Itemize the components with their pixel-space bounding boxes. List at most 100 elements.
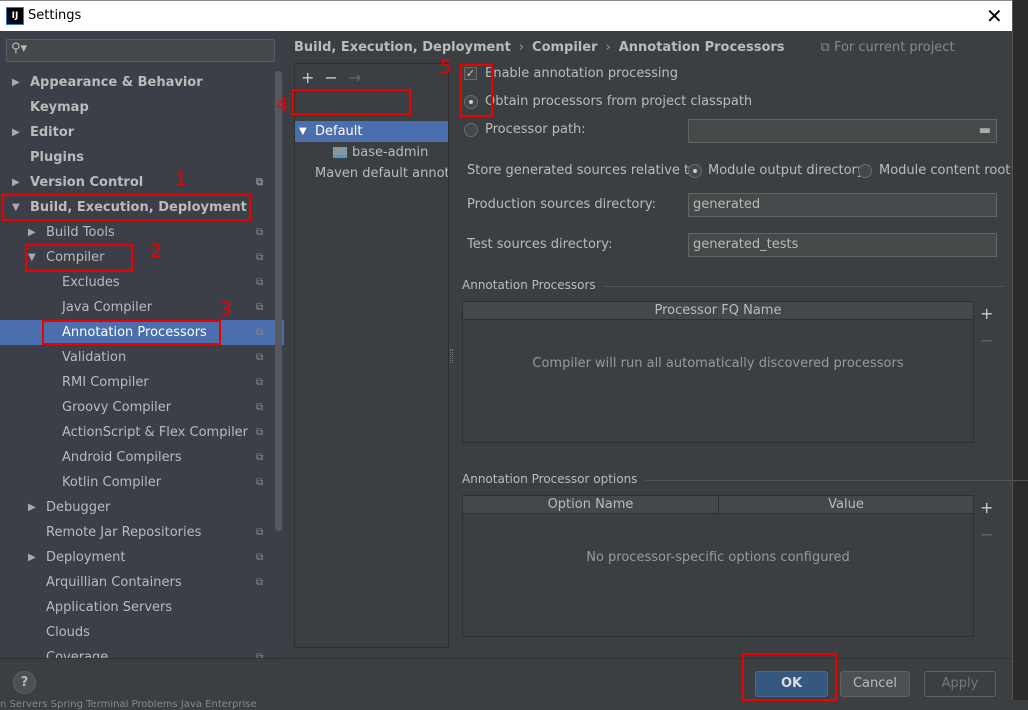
options-section-title: Annotation Processor options [462,472,1028,486]
sidebar-item[interactable]: ▶ Editor [0,120,284,145]
sidebar-item-label: Appearance & Behavior [30,75,203,90]
empty-message: Compiler will run all automatically disc… [532,356,904,371]
sidebar-item[interactable]: Coverage ⧉ [0,645,284,658]
annotation-number: 4 [276,94,289,116]
processor-path-input[interactable]: ▬ [688,119,997,143]
chevron-right-icon[interactable]: ▶ [12,170,20,195]
highlight-box [42,320,221,345]
sidebar-item[interactable]: ▶ Build Tools ⧉ [0,220,284,245]
highlight-box [460,64,493,117]
sidebar-item[interactable]: Validation ⧉ [0,345,284,370]
sidebar-item-label: Java Compiler [62,300,153,315]
project-scope-icon: ⧉ [256,552,264,563]
sidebar-scrollbar[interactable] [275,71,282,531]
sidebar-item[interactable]: ▶ Version Control ⧉ [0,170,284,195]
project-scope-icon: ⧉ [256,252,264,263]
processors-table[interactable]: Processor FQ Name Compiler will run all … [462,301,974,443]
production-sources-label: Production sources directory: [467,197,656,212]
empty-message: No processor-specific options configured [586,550,850,565]
apply-button[interactable]: Apply [924,671,996,697]
sidebar-item-label: Excludes [62,275,120,290]
remove-processor-icon[interactable]: − [980,331,993,350]
add-option-icon[interactable]: + [980,498,993,517]
cancel-button[interactable]: Cancel [840,671,910,697]
project-scope-icon: ⧉ [256,577,264,588]
project-scope-icon: ⧉ [256,652,264,658]
project-scope-icon: ⧉ [256,227,264,238]
annotation-number: 2 [150,240,163,262]
highlight-box [292,89,411,115]
splitter-handle[interactable] [450,349,453,363]
module-output-radio[interactable] [688,164,702,178]
sidebar-item[interactable]: Clouds [0,620,284,645]
profile-maven-default[interactable]: Maven default annotat [295,163,448,184]
sidebar-item[interactable]: RMI Compiler ⧉ [0,370,284,395]
sidebar-item-label: Keymap [30,100,89,115]
chevron-down-icon: ▼ [299,126,307,137]
project-scope-icon: ⧉ [256,352,264,363]
sidebar-item[interactable]: ▶ Deployment ⧉ [0,545,284,570]
chevron-right-icon[interactable]: ▶ [12,70,20,95]
sidebar-item-label: Debugger [46,500,111,515]
test-sources-input[interactable]: generated_tests [688,233,997,257]
highlight-box [742,653,837,701]
sidebar-item[interactable]: Kotlin Compiler ⧉ [0,470,284,495]
profile-default[interactable]: ▼ Default [295,121,448,142]
window-title: Settings [28,8,82,23]
test-sources-label: Test sources directory: [467,237,613,252]
sidebar-item[interactable]: Arquillian Containers ⧉ [0,570,284,595]
processors-section-title: Annotation Processors [462,278,1003,292]
highlight-box [2,194,251,221]
sidebar-item[interactable]: Android Compilers ⧉ [0,445,284,470]
add-icon[interactable]: + [301,68,324,87]
annotation-number: 3 [220,298,233,320]
help-button[interactable]: ? [13,671,36,694]
move-icon[interactable]: → [348,68,371,87]
sidebar-item-label: Version Control [30,175,144,190]
production-sources-input[interactable]: generated [688,193,997,217]
close-icon[interactable]: ✕ [986,4,1003,28]
sidebar-item[interactable]: Remote Jar Repositories ⧉ [0,520,284,545]
chevron-right-icon[interactable]: ▶ [28,495,36,520]
module-base-admin[interactable]: base-admin [295,142,448,163]
remove-icon[interactable]: − [324,68,347,87]
profile-label: Maven default annotat [315,166,448,181]
project-scope-icon: ⧉ [256,302,264,313]
column-header[interactable]: Option Name [463,496,719,514]
chevron-right-icon[interactable]: ▶ [28,220,36,245]
chevron-right-icon[interactable]: ▶ [12,120,20,145]
sidebar-item[interactable]: ActionScript & Flex Compiler ⧉ [0,420,284,445]
sidebar-item-label: Android Compilers [62,450,182,465]
profiles-panel: +−→ ▼ Default base-admin Maven default an… [294,63,449,676]
sidebar-item-label: Groovy Compiler [62,400,172,415]
annotation-number: 5 [440,56,453,78]
module-content-root-label: Module content root [879,163,1011,178]
sidebar-item[interactable]: Excludes ⧉ [0,270,284,295]
sidebar-item[interactable]: Java Compiler ⧉ [0,295,284,320]
sidebar-item[interactable]: ▶ Debugger [0,495,284,520]
sidebar-item[interactable]: ▶ Appearance & Behavior [0,70,284,95]
sidebar-item[interactable]: Application Servers [0,595,284,620]
sidebar-item-label: Kotlin Compiler [62,475,162,490]
sidebar-item[interactable]: Plugins [0,145,284,170]
sidebar-item-label: ActionScript & Flex Compiler [62,425,249,440]
column-header[interactable]: Processor FQ Name [463,302,973,320]
profile-label: Default [315,124,363,139]
module-content-root-radio[interactable] [858,164,872,178]
breadcrumb: Build, Execution, Deployment › Compiler › An… [294,40,955,55]
background-tool-window-bar: n Servers Spring Terminal Problems Java … [0,700,1028,710]
chevron-right-icon[interactable]: ▶ [28,545,36,570]
column-header[interactable]: Value [719,496,973,514]
search-input[interactable]: ⚲▾ [6,39,275,62]
annotation-number: 1 [175,168,188,190]
sidebar-item-label: Remote Jar Repositories [46,525,202,540]
folder-browse-icon[interactable]: ▬ [979,120,991,142]
sidebar-item[interactable]: Groovy Compiler ⧉ [0,395,284,420]
dialog-footer: ? OK Cancel Apply [0,658,1012,700]
processor-path-radio[interactable] [464,123,478,137]
options-table[interactable]: Option Name Value No processor-specific … [462,495,974,637]
add-processor-icon[interactable]: + [980,304,993,323]
remove-option-icon[interactable]: − [980,525,993,544]
sidebar-item[interactable]: Keymap [0,95,284,120]
obtain-classpath-label: Obtain processors from project classpath [485,94,753,109]
